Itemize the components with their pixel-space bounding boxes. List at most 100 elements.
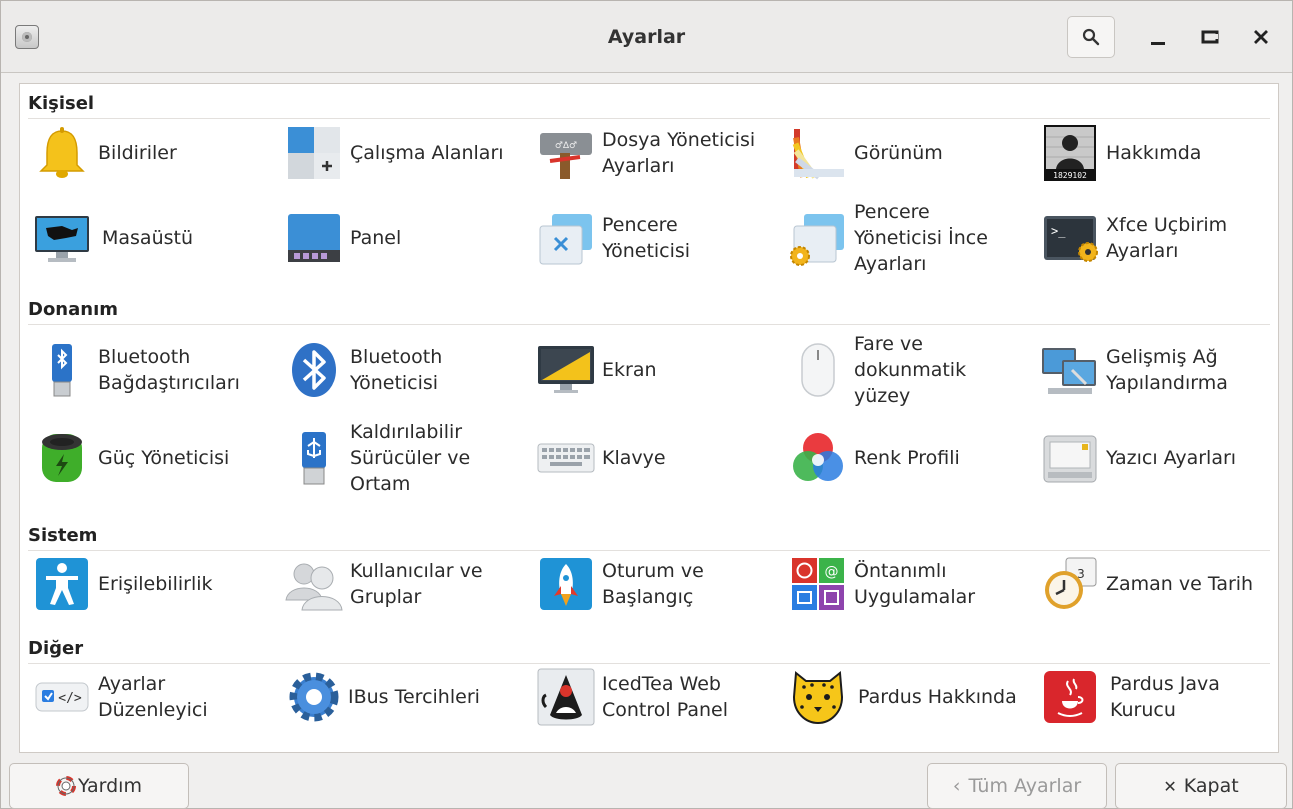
maximize-icon <box>1201 30 1219 44</box>
item-erisilebilirlik[interactable]: Erişilebilirlik <box>20 544 270 624</box>
default-apps-icon: @ <box>792 558 844 610</box>
item-fare[interactable]: Fare ve dokunmatik yüzey <box>776 330 1026 410</box>
settings-window: Ayarlar Kişisel Bildiriler Çalışma Alanl… <box>0 0 1293 809</box>
item-label: Gelişmiş Ağ Yapılandırma <box>1106 346 1228 394</box>
item-yazici[interactable]: Yazıcı Ayarları <box>1028 418 1278 498</box>
about-me-icon: 1829102 <box>1044 125 1096 181</box>
help-button-label: Yardım <box>78 775 142 797</box>
svg-text:>_: >_ <box>1051 224 1066 238</box>
section-title-diger: Diğer <box>28 638 84 659</box>
close-button-label: Kapat <box>1183 775 1239 797</box>
item-label: Erişilebilirlik <box>98 573 213 595</box>
accessibility-icon <box>36 558 88 610</box>
settings-panel: Kişisel Bildiriler Çalışma Alanları ♂∆♂ … <box>19 83 1279 753</box>
item-label: Renk Profili <box>854 447 960 469</box>
battery-icon <box>42 434 82 482</box>
item-label: Pencere Yöneticisi <box>602 214 691 262</box>
item-hakkimda[interactable]: 1829102 Hakkımda <box>1028 113 1278 193</box>
item-ayarlar-duzenleyici[interactable]: </> Ayarlar Düzenleyici <box>20 657 270 737</box>
item-label: Hakkımda <box>1106 142 1202 164</box>
appearance-icon <box>792 129 844 180</box>
window-manager-tweaks-icon <box>790 214 844 266</box>
item-label: Bildiriler <box>98 142 177 164</box>
svg-text:</>: </> <box>58 691 82 706</box>
item-label: Ekran <box>602 359 657 381</box>
mugshot-number: 1829102 <box>1053 171 1087 180</box>
item-kaldirilabilir[interactable]: Kaldırılabilir Sürücüler ve Ortam <box>272 418 522 498</box>
section-title-sistem: Sistem <box>28 525 98 546</box>
lifebuoy-icon <box>56 776 77 796</box>
display-icon <box>538 346 594 393</box>
item-guc-yoneticisi[interactable]: Güç Yöneticisi <box>20 418 270 498</box>
minimize-button[interactable] <box>1144 23 1172 51</box>
users-icon <box>285 563 343 611</box>
item-label: Dosya Yöneticisi Ayarları <box>602 129 756 177</box>
item-pencere-yoneticisi[interactable]: Pencere Yöneticisi <box>524 198 774 278</box>
item-label: Zaman ve Tarih <box>1106 573 1254 595</box>
item-calisma-alanlari[interactable]: Çalışma Alanları <box>272 113 522 193</box>
item-panel[interactable]: Panel <box>272 198 522 278</box>
item-gorunum[interactable]: Görünüm <box>776 113 1026 193</box>
all-settings-button[interactable]: ‹ Tüm Ayarlar <box>927 763 1107 809</box>
item-label: Klavye <box>602 447 666 469</box>
item-pardus-java[interactable]: Pardus Java Kurucu <box>1028 657 1278 737</box>
item-label: Kaldırılabilir Sürücüler ve Ortam <box>350 421 471 495</box>
workspaces-icon <box>288 127 340 179</box>
item-ontanimli-uygulamalar[interactable]: @ Öntanımlı Uygulamalar <box>776 544 1026 624</box>
close-window-button[interactable] <box>1247 23 1275 51</box>
item-label: Görünüm <box>854 142 943 164</box>
bell-icon <box>39 127 85 178</box>
item-label: IcedTea Web Control Panel <box>602 673 728 721</box>
help-button[interactable]: Yardım <box>9 763 189 809</box>
item-oturum[interactable]: Oturum ve Başlangıç <box>524 544 774 624</box>
item-zaman-tarih[interactable]: 3 Zaman ve Tarih <box>1028 544 1278 624</box>
bluetooth-icon <box>292 343 336 397</box>
clock-icon: 3 <box>1045 557 1097 609</box>
item-renk-profili[interactable]: Renk Profili <box>776 418 1026 498</box>
rocket-icon <box>540 558 592 610</box>
item-pencere-ince-ayarlar[interactable]: Pencere Yöneticisi İnce Ayarları <box>776 198 1026 278</box>
window-manager-icon <box>539 214 592 265</box>
java-installer-icon <box>1044 671 1096 723</box>
item-xfce-ucbirim[interactable]: >_ Xfce Uçbirim Ayarları <box>1028 198 1278 278</box>
item-icedtea[interactable]: IcedTea Web Control Panel <box>524 657 774 737</box>
item-gelismis-ag[interactable]: Gelişmiş Ağ Yapılandırma <box>1028 330 1278 410</box>
section-divider <box>28 324 1270 325</box>
bluetooth-adapter-icon <box>52 344 72 397</box>
chevron-left-icon: ‹ <box>952 775 961 797</box>
minimize-icon <box>1151 42 1165 45</box>
item-bluetooth-adaptorleri[interactable]: Bluetooth Bağdaştırıcıları <box>20 330 270 410</box>
settings-editor-icon: </> <box>35 682 89 712</box>
item-pardus-hakkinda[interactable]: Pardus Hakkında <box>776 657 1026 737</box>
close-icon <box>1254 30 1268 44</box>
item-bildiriler[interactable]: Bildiriler <box>20 113 270 193</box>
item-bluetooth-yoneticisi[interactable]: Bluetooth Yöneticisi <box>272 330 522 410</box>
svg-text:♂∆♂: ♂∆♂ <box>555 141 577 151</box>
all-settings-button-label: Tüm Ayarlar <box>968 775 1082 797</box>
item-ibus[interactable]: IBus Tercihleri <box>272 657 522 737</box>
keyboard-icon <box>537 443 595 473</box>
titlebar: Ayarlar <box>1 1 1292 73</box>
gear-icon <box>289 672 339 722</box>
item-masaustu[interactable]: Masaüstü <box>20 198 270 278</box>
item-klavye[interactable]: Klavye <box>524 418 774 498</box>
item-label: Oturum ve Başlangıç <box>602 560 704 608</box>
color-profile-icon <box>793 433 843 481</box>
panel-icon <box>288 214 340 262</box>
maximize-button[interactable] <box>1196 23 1224 51</box>
item-label: Kullanıcılar ve Gruplar <box>350 560 483 608</box>
item-ekran[interactable]: Ekran <box>524 330 774 410</box>
close-x-icon: ✕ <box>1163 776 1177 796</box>
item-dosya-yoneticisi[interactable]: ♂∆♂ Dosya Yöneticisi Ayarları <box>524 113 774 193</box>
search-button[interactable] <box>1067 16 1115 58</box>
item-label: Pardus Java Kurucu <box>1110 673 1220 721</box>
section-title-kisisel: Kişisel <box>28 93 95 114</box>
item-kullanicilar[interactable]: Kullanıcılar ve Gruplar <box>272 544 522 624</box>
item-label: Öntanımlı Uygulamalar <box>854 560 976 608</box>
item-label: Fare ve dokunmatik yüzey <box>854 333 967 407</box>
item-label: Xfce Uçbirim Ayarları <box>1106 214 1228 262</box>
section-title-donanim: Donanım <box>28 299 119 320</box>
item-label: Panel <box>350 227 402 249</box>
close-button[interactable]: ✕ Kapat <box>1115 763 1287 809</box>
usb-drive-icon <box>302 432 326 485</box>
